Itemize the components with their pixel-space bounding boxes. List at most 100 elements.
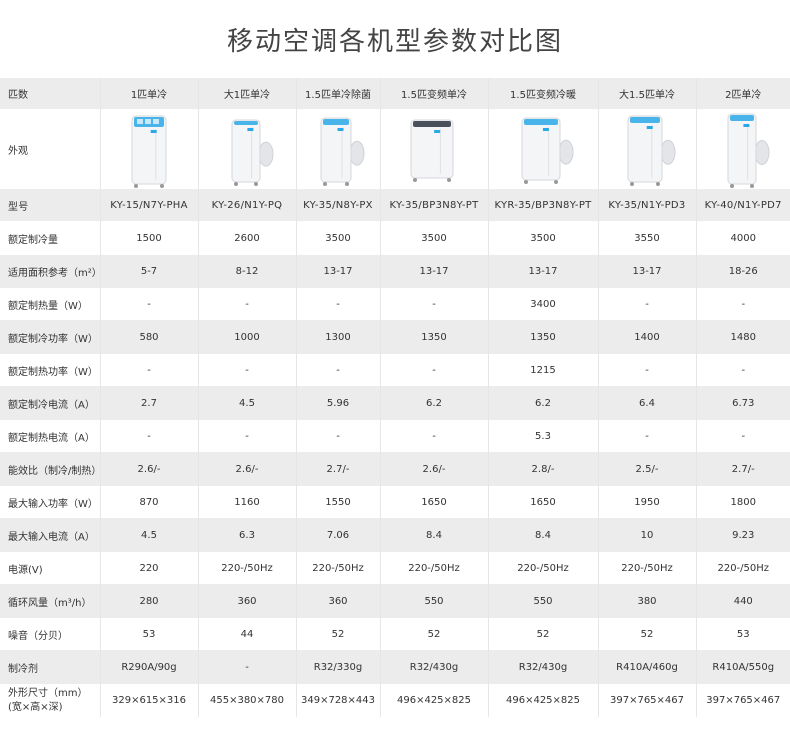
cell-value: 329×615×316 — [99, 684, 198, 717]
cell-value: 53 — [99, 618, 198, 650]
model-hp: 1.5匹变频冷暖 — [487, 78, 598, 109]
row-label: 能效比（制冷/制热） — [0, 452, 100, 486]
row-label: 制冷剂 — [0, 650, 100, 684]
cell-value: KY-15/N7Y-PHA — [99, 189, 198, 221]
cell-value: 6.2 — [487, 386, 598, 420]
cell-value: - — [379, 420, 488, 452]
cell-value: - — [99, 354, 198, 386]
cell-value: 4000 — [695, 221, 790, 255]
cell-value: 496×425×825 — [379, 684, 488, 717]
cell-value: KY-35/N1Y-PD3 — [597, 189, 696, 221]
table-row: 循环风量（m³/h） 280 360 360 550 550 380 440 — [0, 584, 790, 618]
air-conditioner-unit-image — [320, 117, 365, 186]
cell-value: 3500 — [295, 221, 380, 255]
cell-value: 220-/50Hz — [197, 552, 296, 584]
cell-value: - — [295, 354, 380, 386]
model-hp: 1.5匹变频单冷 — [379, 78, 488, 109]
cell-value: 44 — [197, 618, 296, 650]
cell-value: 52 — [597, 618, 696, 650]
table-row: 噪音（分贝） 53 44 52 52 52 52 53 — [0, 618, 790, 650]
cell-value: 1000 — [197, 320, 296, 354]
cell-value: 3400 — [487, 288, 598, 320]
cell-value: - — [695, 354, 790, 386]
row-label: 最大输入功率（W） — [0, 486, 100, 518]
row-label: 电源(V) — [0, 552, 100, 584]
cell-value: R32/430g — [379, 650, 488, 684]
cell-value: 5.3 — [487, 420, 598, 452]
cell-value: - — [597, 288, 696, 320]
cell-value: 220-/50Hz — [295, 552, 380, 584]
cell-value: 2.6/- — [99, 452, 198, 486]
cell-value: 53 — [695, 618, 790, 650]
cell-value: - — [379, 354, 488, 386]
cell-value: 52 — [487, 618, 598, 650]
table-row: 额定制冷量 1500 2600 3500 3500 3500 3550 4000 — [0, 221, 790, 255]
row-label: 额定制热功率（W） — [0, 354, 100, 386]
product-image — [99, 109, 198, 189]
cell-value: 2.6/- — [197, 452, 296, 486]
cell-value: 580 — [99, 320, 198, 354]
model-hp: 大1匹单冷 — [197, 78, 296, 109]
cell-value: R410A/460g — [597, 650, 696, 684]
page-title: 移动空调各机型参数对比图 — [226, 26, 563, 57]
cell-value: 5.96 — [295, 386, 380, 420]
cell-value: - — [695, 288, 790, 320]
cell-value: 2.8/- — [487, 452, 598, 486]
cell-value: - — [295, 420, 380, 452]
cell-value: R32/330g — [295, 650, 380, 684]
cell-value: 2.6/- — [379, 452, 488, 486]
cell-value: - — [197, 650, 296, 684]
cell-value: 52 — [295, 618, 380, 650]
cell-value: 13-17 — [487, 255, 598, 288]
spec-comparison-table: 匹数 1匹单冷 大1匹单冷 1.5匹单冷除菌 1.5匹变频单冷 1.5匹变频冷暖… — [0, 78, 790, 717]
cell-value: 1300 — [295, 320, 380, 354]
product-image — [597, 109, 696, 189]
cell-value: - — [597, 420, 696, 452]
cell-value: 8-12 — [197, 255, 296, 288]
model-hp: 1匹单冷 — [99, 78, 198, 109]
cell-value: 5-7 — [99, 255, 198, 288]
cell-value: - — [197, 420, 296, 452]
cell-value: 1550 — [295, 486, 380, 518]
cell-value: KY-40/N1Y-PD7 — [695, 189, 790, 221]
air-conditioner-unit-image — [131, 115, 167, 188]
table-row: 制冷剂 R290A/90g - R32/330g R32/430g R32/430g R41… — [0, 650, 790, 684]
table-row: 能效比（制冷/制热） 2.6/- 2.6/- 2.7/- 2.6/- 2.8/- 2.5/-… — [0, 452, 790, 486]
table-row: 适用面积参考（m²） 5-7 8-12 13-17 13-17 13-17 13-17 18-… — [0, 255, 790, 288]
table-row: 型号 KY-15/N7Y-PHA KY-26/N1Y-PQ KY-35/N8Y-PX K… — [0, 189, 790, 221]
cell-value: 870 — [99, 486, 198, 518]
table-header-row: 匹数 1匹单冷 大1匹单冷 1.5匹单冷除菌 1.5匹变频单冷 1.5匹变频冷暖… — [0, 78, 790, 109]
cell-value: - — [197, 288, 296, 320]
cell-value: - — [197, 354, 296, 386]
table-row: 电源(V) 220 220-/50Hz 220-/50Hz 220-/50Hz 220-/… — [0, 552, 790, 584]
cell-value: - — [99, 288, 198, 320]
cell-value: 280 — [99, 584, 198, 618]
row-label: 适用面积参考（m²） — [0, 255, 100, 288]
product-image — [695, 109, 790, 189]
cell-value: 360 — [295, 584, 380, 618]
row-label: 噪音（分贝） — [0, 618, 100, 650]
cell-value: KY-26/N1Y-PQ — [197, 189, 296, 221]
cell-value: 6.2 — [379, 386, 488, 420]
model-hp: 1.5匹单冷除菌 — [295, 78, 380, 109]
cell-value: 1650 — [487, 486, 598, 518]
air-conditioner-unit-image — [727, 113, 770, 188]
cell-value: - — [379, 288, 488, 320]
cell-value: 2.7 — [99, 386, 198, 420]
cell-value: 1400 — [597, 320, 696, 354]
cell-value: 397×765×467 — [695, 684, 790, 717]
cell-value: 10 — [597, 518, 696, 552]
table-row: 最大输入功率（W） 870 1160 1550 1650 1650 1950 1800 — [0, 486, 790, 518]
appearance-row: 外观 — [0, 109, 790, 189]
cell-value: 8.4 — [379, 518, 488, 552]
cell-value: 7.06 — [295, 518, 380, 552]
cell-value: 550 — [379, 584, 488, 618]
table-row: 额定制热量（W） - - - -3400- - — [0, 288, 790, 320]
cell-value: 1500 — [99, 221, 198, 255]
cell-value: 220-/50Hz — [597, 552, 696, 584]
cell-value: 3550 — [597, 221, 696, 255]
cell-value: 2.7/- — [695, 452, 790, 486]
cell-value: 455×380×780 — [197, 684, 296, 717]
cell-value: 9.23 — [695, 518, 790, 552]
cell-value: 349×728×443 — [295, 684, 380, 717]
